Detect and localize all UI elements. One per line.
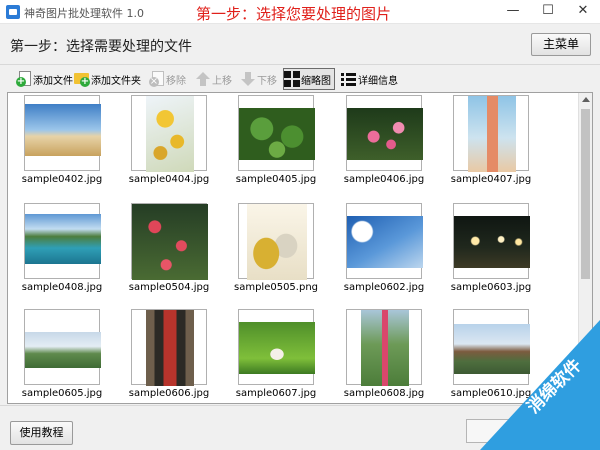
- thumbnail-filename: sample0603.jpg: [450, 282, 532, 293]
- list-view-icon: [341, 71, 357, 87]
- thumbnail-image: [361, 310, 409, 386]
- scrollbar-thumb[interactable]: [581, 109, 590, 279]
- toolbar: 添加文件 添加文件夹 移除 上移 下移 缩略图 详细信息: [0, 66, 600, 92]
- step-title: 第一步：选择需要处理的文件: [10, 39, 192, 55]
- thumbnail-image: [25, 332, 101, 368]
- remove-button[interactable]: 移除: [149, 68, 186, 90]
- minimize-button[interactable]: —: [496, 0, 530, 24]
- add-file-icon: [16, 71, 32, 87]
- thumbnail-image: [247, 204, 307, 280]
- thumbnail-frame: [24, 309, 101, 385]
- thumbnail-frame: [346, 309, 422, 386]
- step-header: 第一步：选择需要处理的文件 主菜单: [0, 25, 600, 65]
- add-folder-label: 添加文件夹: [91, 75, 141, 87]
- thumbnail-filename: sample0406.jpg: [343, 174, 425, 185]
- window-title: 神奇图片批处理软件 1.0: [24, 7, 144, 20]
- thumbnail-image: [132, 204, 208, 280]
- add-file-label: 添加文件: [33, 75, 73, 87]
- thumbnail-frame: [238, 203, 314, 280]
- grid-view-icon: [284, 71, 300, 87]
- thumbnail-image: [468, 96, 516, 172]
- thumbnail-gallery[interactable]: sample0402.jpg sample0404.jpg sample0405.j…: [7, 92, 593, 404]
- close-button[interactable]: ✕: [566, 0, 600, 24]
- thumbnail-view-label: 缩略图: [301, 75, 331, 87]
- remove-label: 移除: [166, 75, 186, 87]
- thumbnail-image: [239, 108, 315, 160]
- step-banner: 第一步：选择您要处理的图片: [196, 5, 392, 23]
- thumbnail-filename: sample0408.jpg: [21, 282, 103, 293]
- thumbnail-frame: [346, 203, 423, 279]
- add-folder-icon: [74, 71, 90, 87]
- thumbnail-image: [454, 324, 530, 374]
- thumbnail-filename: sample0608.jpg: [343, 388, 425, 399]
- thumbnail-image: [146, 310, 194, 386]
- thumbnail-frame: [131, 309, 207, 386]
- thumbnail-image: [347, 108, 423, 160]
- thumbnail-filename: sample0504.jpg: [128, 282, 210, 293]
- move-up-button[interactable]: 上移: [195, 68, 232, 90]
- thumbnail-frame: [24, 95, 101, 171]
- thumbnail-filename: sample0404.jpg: [128, 174, 210, 185]
- details-view-button[interactable]: 详细信息: [341, 68, 398, 90]
- thumbnail-filename: sample0602.jpg: [343, 282, 425, 293]
- title-bar: 神奇图片批处理软件 1.0 第一步：选择您要处理的图片 — ☐ ✕: [0, 0, 600, 24]
- thumbnail-image: [454, 216, 530, 268]
- move-down-label: 下移: [257, 75, 277, 87]
- arrow-down-icon: [240, 71, 256, 87]
- add-file-button[interactable]: 添加文件: [16, 68, 73, 90]
- thumbnail-frame: [131, 203, 208, 280]
- app-logo-icon: [6, 5, 20, 19]
- thumbnail-frame: [453, 95, 529, 172]
- add-folder-button[interactable]: 添加文件夹: [74, 68, 141, 90]
- thumbnail-frame: [453, 309, 530, 385]
- thumbnail-filename: sample0402.jpg: [21, 174, 103, 185]
- thumbnail-image: [25, 104, 101, 156]
- thumbnail-image: [239, 322, 315, 374]
- thumbnail-frame: [238, 95, 315, 171]
- thumbnail-frame: [24, 203, 101, 279]
- thumbnail-image: [347, 216, 423, 268]
- thumbnail-filename: sample0607.jpg: [235, 388, 317, 399]
- thumbnail-frame: [238, 309, 315, 385]
- arrow-up-icon: [195, 71, 211, 87]
- thumbnail-filename: sample0505.png: [233, 282, 319, 293]
- move-down-button[interactable]: 下移: [240, 68, 277, 90]
- maximize-button[interactable]: ☐: [531, 0, 565, 24]
- thumbnail-filename: sample0605.jpg: [21, 388, 103, 399]
- thumbnail-image: [25, 214, 101, 264]
- remove-icon: [149, 71, 165, 87]
- thumbnail-image: [146, 96, 194, 172]
- thumbnail-view-button[interactable]: 缩略图: [283, 68, 335, 90]
- move-up-label: 上移: [212, 75, 232, 87]
- thumbnail-filename: sample0407.jpg: [450, 174, 532, 185]
- thumbnail-frame: [346, 95, 423, 171]
- thumbnail-frame: [131, 95, 207, 172]
- thumbnail-filename: sample0405.jpg: [235, 174, 317, 185]
- main-menu-button[interactable]: 主菜单: [531, 33, 591, 56]
- thumbnail-filename: sample0606.jpg: [128, 388, 210, 399]
- tutorial-button[interactable]: 使用教程: [10, 421, 73, 445]
- details-view-label: 详细信息: [358, 75, 398, 87]
- thumbnail-frame: [453, 203, 530, 279]
- scroll-up-icon[interactable]: [582, 97, 590, 102]
